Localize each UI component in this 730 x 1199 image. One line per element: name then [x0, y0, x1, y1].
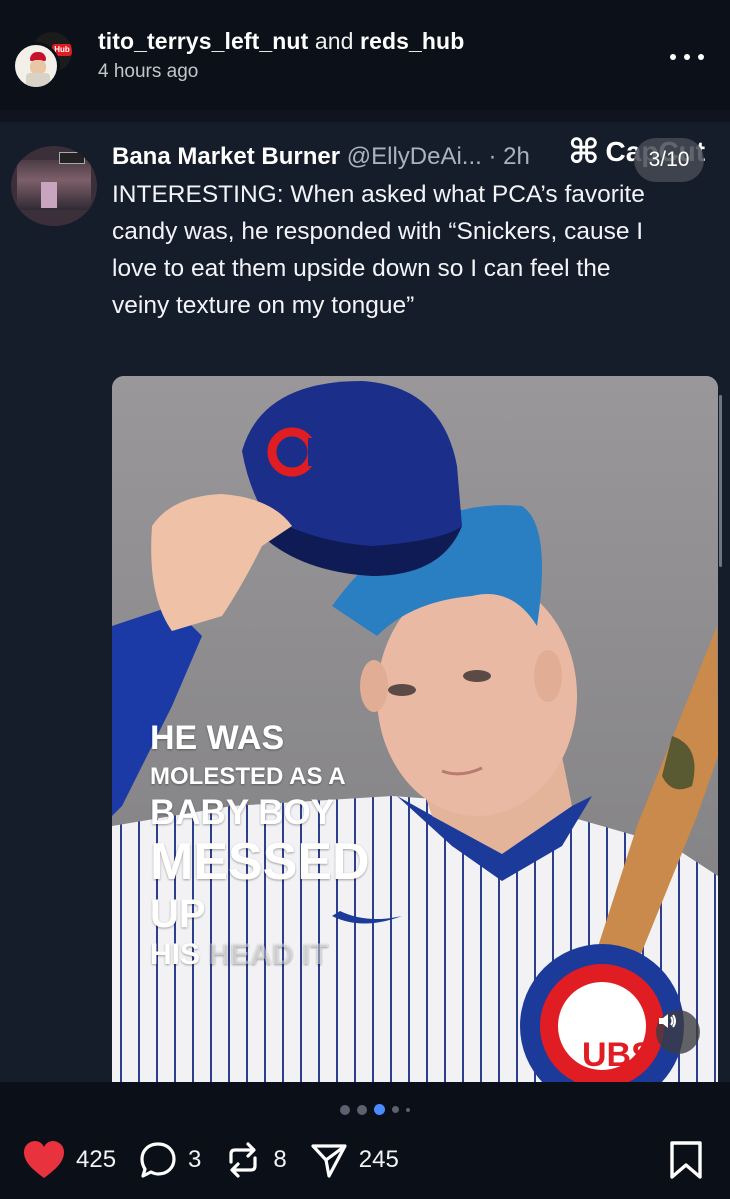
action-bar: 425 3 8 245 — [22, 1140, 421, 1180]
like-count: 425 — [76, 1146, 117, 1173]
author-link[interactable]: tito_terrys_left_nut — [98, 28, 308, 54]
caption-line-5: UP — [150, 892, 206, 936]
like-button[interactable]: 425 — [22, 1140, 116, 1180]
image-overlay-caption: HE WAS MOLESTED AS A BABY BOY MESSED UP … — [150, 721, 370, 970]
capcut-logo-icon: ⌘ — [568, 133, 600, 171]
caption-line-2: MOLESTED AS A — [150, 763, 346, 790]
post-footer: 425 3 8 245 — [0, 1082, 730, 1199]
repost-count: 8 — [273, 1146, 287, 1173]
share-button[interactable]: 245 — [309, 1140, 399, 1180]
repost-button[interactable]: 8 — [223, 1140, 287, 1180]
post-header: Hub tito_terrys_left_nut and reds_hub 4 … — [0, 0, 730, 110]
post-authors: tito_terrys_left_nut and reds_hub — [98, 28, 464, 55]
caption-line-6: HIS HEAD IT — [150, 940, 370, 970]
caption-line-4: MESSED — [150, 833, 370, 891]
carousel-dot[interactable] — [340, 1104, 350, 1115]
repost-icon — [229, 1142, 258, 1178]
post-timestamp: 4 hours ago — [98, 61, 199, 82]
comment-icon — [140, 1142, 176, 1178]
caption-line-1: HE WAS — [150, 719, 285, 757]
tweet-text: INTERESTING: When asked what PCA’s favor… — [112, 181, 645, 319]
svg-text:UBS: UBS — [582, 1036, 654, 1074]
carousel-dot[interactable] — [392, 1106, 399, 1113]
author-joiner: and — [314, 28, 354, 54]
carousel-dots[interactable] — [340, 1104, 410, 1115]
share-count: 245 — [358, 1146, 399, 1173]
scrollbar[interactable] — [719, 395, 722, 567]
tweet-author-handle: @EllyDeAi... · 2h — [346, 143, 530, 170]
caption-line-3: BABY BOY — [150, 793, 335, 832]
caption-line-6a: HIS — [150, 938, 201, 971]
header-text: tito_terrys_left_nut and reds_hub 4 hour… — [98, 28, 464, 83]
tweet-author-avatar — [11, 146, 97, 226]
tweet-author: Bana Market Burner @EllyDeAi... · 2h — [112, 143, 530, 171]
carousel-dot[interactable] — [406, 1107, 410, 1112]
heart-icon — [24, 1141, 64, 1178]
more-icon[interactable] — [670, 50, 704, 64]
coauthor-link[interactable]: reds_hub — [360, 28, 464, 54]
tito-avatar[interactable] — [12, 42, 60, 90]
comment-button[interactable]: 3 — [138, 1140, 201, 1180]
carousel-dot-active[interactable] — [374, 1104, 385, 1115]
tweet-photo[interactable]: UBS HE WAS MOLESTED AS A BABY BOY MESSED… — [112, 376, 718, 1082]
tweet-author-name: Bana Market Burner — [112, 143, 341, 170]
sound-icon[interactable] — [656, 1010, 700, 1054]
caption-line-6b: HEAD IT — [200, 938, 329, 971]
carousel-dot[interactable] — [357, 1104, 367, 1115]
collab-avatars[interactable]: Hub — [12, 30, 76, 94]
comment-count: 3 — [188, 1146, 202, 1173]
bookmark-icon[interactable] — [668, 1140, 704, 1185]
share-icon — [311, 1144, 347, 1178]
